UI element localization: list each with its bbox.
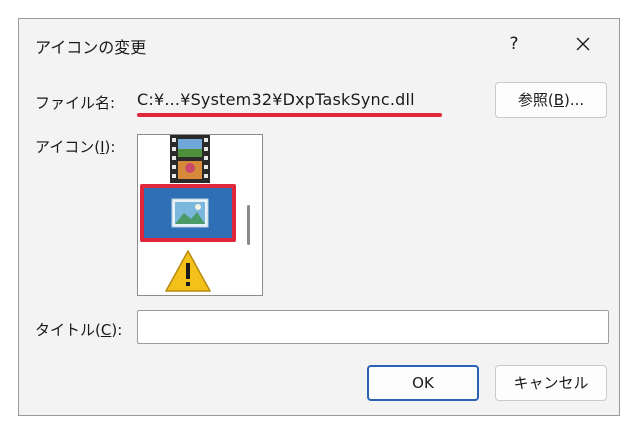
browse-label-prefix: 参照( [517, 91, 554, 109]
icon-list-item[interactable] [138, 247, 238, 295]
picture-icon [171, 198, 209, 228]
browse-label-suffix: )... [564, 91, 585, 109]
scrollbar-thumb[interactable] [247, 205, 250, 245]
ok-button[interactable]: OK [367, 365, 479, 401]
file-name-label: ファイル名: [35, 94, 116, 112]
title-field-label: タイトル(C): [35, 319, 122, 340]
path-highlight-underline [137, 113, 442, 117]
icon-list-item[interactable] [138, 135, 238, 185]
close-button[interactable] [565, 27, 601, 61]
icon-list[interactable] [137, 134, 263, 296]
selection-highlight [144, 188, 232, 238]
change-icon-dialog: アイコンの変更 ? ファイル名: C:¥...¥System32¥DxpTask… [18, 18, 620, 416]
icon-label-prefix: アイコン( [35, 138, 101, 156]
help-button[interactable]: ? [497, 27, 531, 61]
icon-label-suffix: ): [104, 138, 116, 156]
file-path-value: C:¥...¥System32¥DxpTaskSync.dll [137, 90, 415, 109]
title-access-key: C [100, 321, 112, 339]
close-icon [576, 37, 590, 51]
warning-icon [165, 250, 211, 292]
film-strip-icon [170, 135, 210, 183]
dialog-title: アイコンの変更 [35, 38, 147, 57]
title-bar: アイコンの変更 ? [19, 19, 619, 71]
browse-access-key: B [553, 91, 564, 109]
icon-list-item-selected[interactable] [140, 184, 236, 242]
title-label-prefix: タイトル( [35, 321, 101, 339]
title-input[interactable] [137, 310, 609, 344]
icon-list-label: アイコン(I): [35, 136, 115, 157]
cancel-button[interactable]: キャンセル [495, 365, 607, 401]
browse-button[interactable]: 参照(B)... [495, 82, 607, 118]
title-label-suffix: ): [111, 321, 123, 339]
